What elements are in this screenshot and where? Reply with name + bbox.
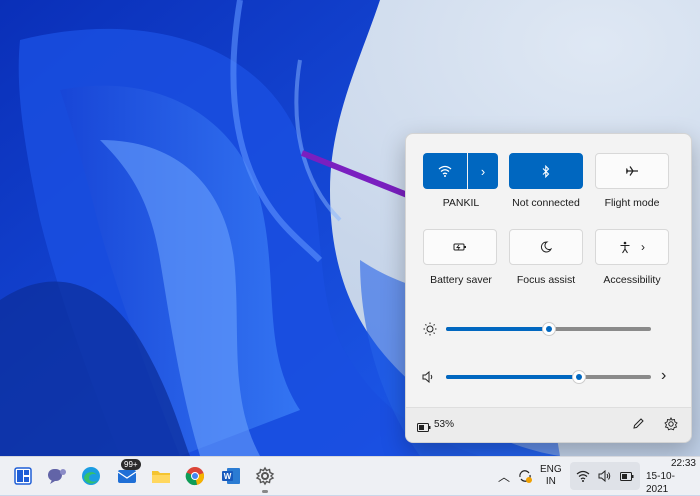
system-tray-quick-settings-button[interactable]: [570, 462, 640, 490]
wifi-toggle[interactable]: [423, 153, 467, 189]
clock[interactable]: 22:33 15-10-2021: [646, 457, 696, 495]
volume-slider-thumb[interactable]: [572, 370, 587, 384]
battery-saver-tile[interactable]: [423, 229, 497, 265]
gear-icon[interactable]: [664, 416, 678, 436]
language-code: ENG: [540, 464, 562, 475]
teams-chat-icon[interactable]: [44, 463, 70, 489]
bluetooth-tile[interactable]: [509, 153, 583, 189]
svg-text:W: W: [224, 472, 232, 481]
battery-icon: [620, 471, 634, 481]
flight-mode-label: Flight mode: [604, 197, 660, 209]
brightness-slider-thumb[interactable]: [541, 322, 556, 336]
bluetooth-label: Not connected: [512, 197, 580, 209]
volume-slider-fill: [446, 375, 580, 379]
chevron-right-icon: ›: [641, 240, 645, 254]
brightness-slider[interactable]: [446, 322, 651, 336]
quick-settings-panel: › PANKIL Not connected Flight mode Batte…: [405, 133, 692, 443]
taskbar: 99+ W ︿ ENG IN 22:33 15-10-2021: [0, 456, 700, 495]
accessibility-icon: [620, 241, 630, 253]
wifi-expand-button[interactable]: ›: [468, 153, 498, 189]
battery-percent: 53%: [434, 419, 455, 430]
start-icon[interactable]: [10, 463, 36, 489]
focus-assist-tile[interactable]: [509, 229, 583, 265]
audio-output-chevron-icon[interactable]: ›: [661, 367, 666, 385]
chevron-right-icon: ›: [480, 163, 486, 179]
mail-badge: 99+: [121, 459, 141, 470]
battery-saver-icon: [453, 243, 466, 251]
brightness-slider-fill: [446, 327, 549, 331]
show-hidden-icons-chevron-icon[interactable]: ︿: [498, 457, 510, 495]
quick-settings-footer: 53%: [406, 407, 691, 442]
wifi-icon: [576, 470, 590, 482]
settings-app-icon[interactable]: [252, 463, 278, 493]
accessibility-tile[interactable]: ›: [595, 229, 669, 265]
file-explorer-icon[interactable]: [148, 463, 174, 489]
wifi-label: PANKIL: [442, 197, 480, 209]
region-code: IN: [545, 476, 556, 487]
chrome-icon[interactable]: [182, 463, 208, 489]
battery-icon: [417, 419, 431, 437]
volume-slider[interactable]: [446, 370, 651, 384]
wifi-tile[interactable]: ›: [423, 153, 498, 189]
accessibility-label: Accessibility: [603, 274, 661, 286]
bluetooth-icon: [542, 164, 550, 178]
active-app-indicator: [262, 490, 268, 493]
sync-icon[interactable]: [517, 457, 533, 495]
word-icon[interactable]: W: [218, 463, 244, 489]
moon-icon: [540, 241, 552, 253]
clock-time: 22:33: [670, 457, 696, 469]
flight-mode-tile[interactable]: [595, 153, 669, 189]
mail-icon[interactable]: 99+: [114, 459, 141, 489]
airplane-icon: [625, 166, 638, 176]
focus-assist-label: Focus assist: [516, 274, 576, 286]
clock-date: 15-10-2021: [646, 470, 675, 495]
wifi-icon: [438, 165, 452, 177]
battery-saver-label: Battery saver: [430, 274, 492, 286]
volume-icon: [422, 370, 436, 388]
brightness-icon: [423, 322, 437, 341]
input-language-indicator[interactable]: ENG IN: [540, 457, 562, 495]
pencil-icon[interactable]: [632, 417, 645, 435]
edge-icon[interactable]: [78, 463, 104, 489]
volume-icon: [598, 470, 611, 482]
